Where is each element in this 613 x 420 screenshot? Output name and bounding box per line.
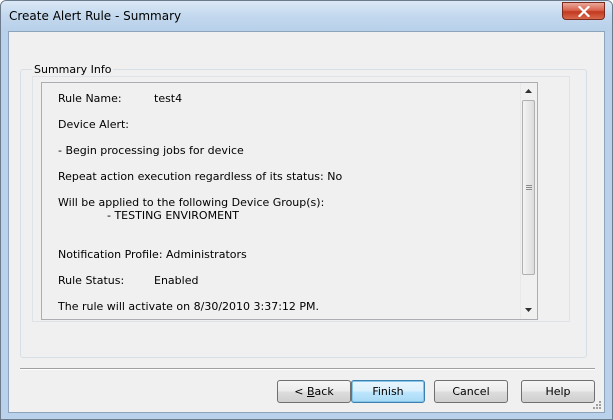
- thumb-grip-line: [526, 189, 532, 190]
- back-button-rest: ack: [314, 385, 334, 398]
- vertical-scrollbar[interactable]: [520, 83, 537, 319]
- rule-status-value: Enabled: [154, 274, 199, 287]
- summary-info-label: Summary Info: [32, 63, 114, 76]
- thumb-grip-line: [526, 187, 532, 188]
- scroll-up-button[interactable]: [521, 83, 537, 100]
- scroll-down-button[interactable]: [521, 302, 537, 319]
- device-alert-label: Device Alert:: [58, 118, 130, 131]
- rule-name-value: test4: [154, 92, 183, 105]
- button-separator: [20, 368, 595, 370]
- scroll-down-arrow-icon: [525, 308, 532, 312]
- back-button-mnemonic: B: [307, 385, 315, 398]
- scroll-up-arrow-icon: [525, 89, 532, 93]
- finish-button[interactable]: Finish: [351, 380, 425, 403]
- thumb-grip-line: [526, 185, 532, 186]
- title-bar[interactable]: Create Alert Rule - Summary: [1, 1, 612, 31]
- device-group-value: - TESTING ENVIROMENT: [107, 209, 239, 222]
- back-button[interactable]: < Back: [277, 380, 351, 403]
- dialog-window: Create Alert Rule - Summary Summary Info…: [0, 0, 613, 420]
- repeat-action-text: Repeat action execution regardless of it…: [58, 170, 343, 183]
- close-icon: [578, 6, 590, 17]
- close-button[interactable]: [562, 2, 605, 20]
- applied-to-label: Will be applied to the following Device …: [58, 196, 325, 209]
- activation-text: The rule will activate on 8/30/2010 3:37…: [58, 300, 320, 313]
- help-button-label: Help: [545, 385, 571, 398]
- window-title: Create Alert Rule - Summary: [9, 9, 182, 23]
- cancel-button-label: Cancel: [452, 385, 490, 398]
- resize-grip-icon[interactable]: [591, 399, 602, 410]
- help-button[interactable]: Help: [521, 380, 595, 403]
- dialog-client-area: Summary Info Rule Name: test4 Device Ale…: [8, 31, 605, 413]
- scroll-thumb[interactable]: [522, 100, 535, 275]
- notification-profile-text: Notification Profile: Administrators: [58, 248, 247, 261]
- alert-action-text: - Begin processing jobs for device: [58, 144, 244, 157]
- rule-status-label: Rule Status:: [58, 274, 125, 287]
- rule-name-label: Rule Name:: [58, 92, 122, 105]
- summary-text-area[interactable]: Rule Name: test4 Device Alert: - Begin p…: [41, 82, 538, 320]
- finish-button-label: Finish: [372, 385, 404, 398]
- cancel-button[interactable]: Cancel: [434, 380, 508, 403]
- back-button-prefix: <: [294, 385, 307, 398]
